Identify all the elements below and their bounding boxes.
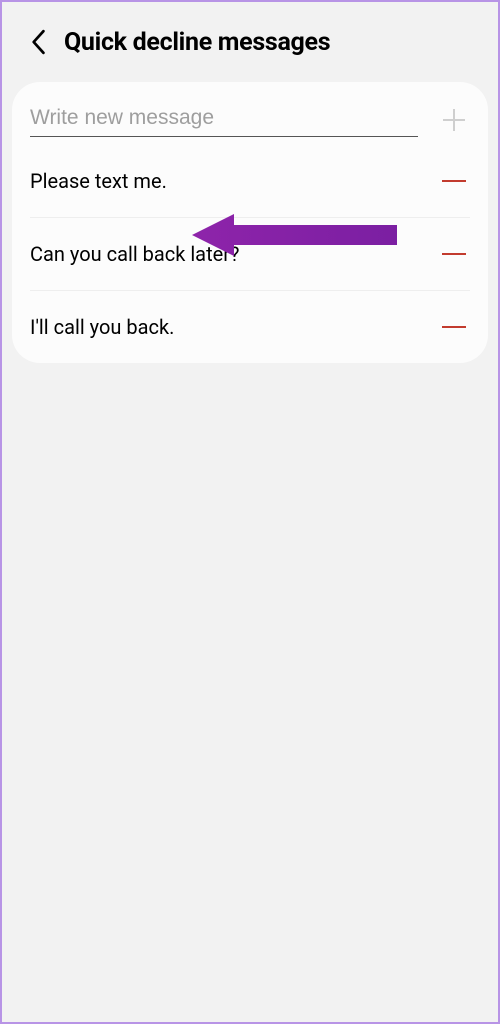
new-message-row — [30, 82, 470, 145]
remove-icon[interactable] — [438, 165, 470, 197]
messages-card: Please text me. Can you call back later?… — [12, 82, 488, 363]
message-text: Please text me. — [30, 169, 438, 193]
back-icon[interactable] — [22, 26, 54, 58]
new-message-input[interactable] — [30, 102, 418, 137]
message-row[interactable]: Can you call back later? — [30, 217, 470, 290]
remove-icon[interactable] — [438, 238, 470, 270]
plus-icon[interactable] — [438, 104, 470, 136]
message-row[interactable]: Please text me. — [30, 145, 470, 217]
page-title: Quick decline messages — [64, 28, 330, 57]
message-text: Can you call back later? — [30, 242, 438, 266]
message-text: I'll call you back. — [30, 315, 438, 339]
remove-icon[interactable] — [438, 311, 470, 343]
message-row[interactable]: I'll call you back. — [30, 290, 470, 363]
header-bar: Quick decline messages — [2, 2, 498, 72]
